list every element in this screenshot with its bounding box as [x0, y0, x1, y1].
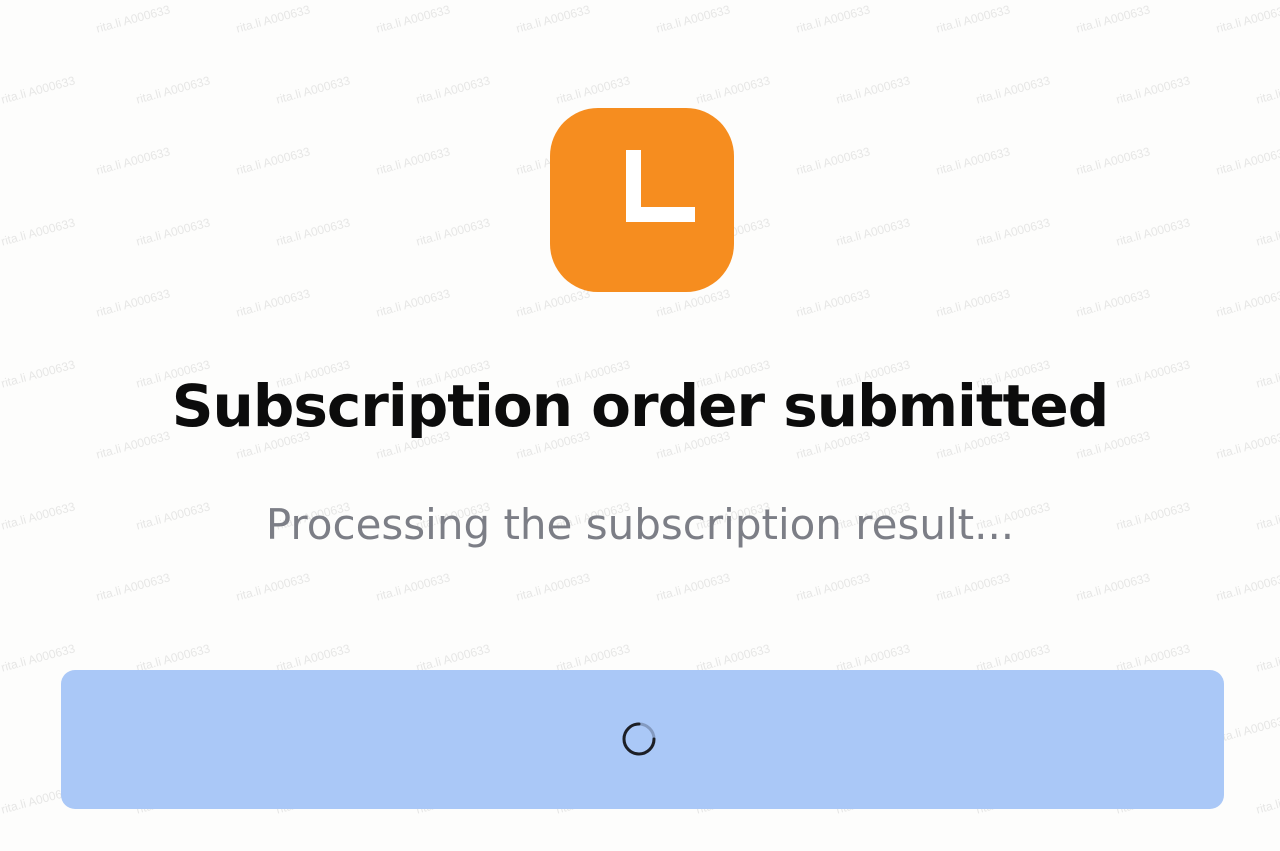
watermark-text: rita.li A000633: [1074, 144, 1152, 178]
watermark-text: rita.li A000633: [1074, 286, 1152, 320]
watermark-text: rita.li A000633: [1114, 73, 1192, 107]
watermark-text: rita.li A000633: [1214, 712, 1280, 746]
watermark-text: rita.li A000633: [934, 286, 1012, 320]
watermark-text: rita.li A000633: [1214, 286, 1280, 320]
watermark-text: rita.li A000633: [794, 2, 872, 36]
watermark-text: rita.li A000633: [934, 2, 1012, 36]
watermark-text: rita.li A000633: [94, 570, 172, 604]
watermark-text: rita.li A000633: [414, 215, 492, 249]
watermark-text: rita.li A000633: [274, 215, 352, 249]
watermark-text: rita.li A000633: [1114, 215, 1192, 249]
loading-spinner-icon: [621, 721, 657, 757]
watermark-text: rita.li A000633: [134, 73, 212, 107]
watermark-text: rita.li A000633: [514, 2, 592, 36]
subscription-result-page: rita.li A000633 rita.li A000633 rita.li A0…: [0, 0, 1280, 851]
status-message: Processing the subscription result...: [265, 500, 1015, 549]
watermark-text: rita.li A000633: [514, 570, 592, 604]
watermark-text: rita.li A000633: [234, 144, 312, 178]
watermark-text: rita.li A000633: [554, 73, 632, 107]
watermark-text: rita.li A000633: [234, 286, 312, 320]
watermark-text: rita.li A000633: [1214, 570, 1280, 604]
watermark-text: rita.li A000633: [374, 144, 452, 178]
watermark-text: rita.li A000633: [794, 144, 872, 178]
watermark-text: rita.li A000633: [374, 570, 452, 604]
watermark-text: rita.li A000633: [934, 144, 1012, 178]
watermark-text: rita.li A000633: [1214, 2, 1280, 36]
watermark-text: rita.li A000633: [794, 570, 872, 604]
watermark-text: rita.li A000633: [94, 286, 172, 320]
watermark-text: rita.li A000633: [0, 641, 77, 675]
watermark-text: rita.li A000633: [274, 73, 352, 107]
watermark-text: rita.li A000633: [1214, 144, 1280, 178]
watermark-text: rita.li A000633: [234, 2, 312, 36]
watermark-text: rita.li A000633: [794, 286, 872, 320]
watermark-text: rita.li A000633: [94, 2, 172, 36]
watermark-text: rita.li A000633: [1074, 570, 1152, 604]
watermark-text: rita.li A000633: [834, 215, 912, 249]
watermark-text: rita.li A000633: [1254, 783, 1280, 817]
watermark-text: rita.li A000633: [1074, 2, 1152, 36]
watermark-text: rita.li A000633: [1254, 641, 1280, 675]
watermark-text: rita.li A000633: [134, 215, 212, 249]
watermark-text: rita.li A000633: [374, 2, 452, 36]
watermark-text: rita.li A000633: [694, 73, 772, 107]
watermark-text: rita.li A000633: [974, 73, 1052, 107]
watermark-text: rita.li A000633: [654, 2, 732, 36]
watermark-text: rita.li A000633: [1254, 215, 1280, 249]
watermark-text: rita.li A000633: [374, 286, 452, 320]
watermark-text: rita.li A000633: [654, 570, 732, 604]
watermark-text: rita.li A000633: [94, 144, 172, 178]
watermark-text: rita.li A000633: [834, 73, 912, 107]
watermark-text: rita.li A000633: [234, 570, 312, 604]
watermark-text: rita.li A000633: [974, 215, 1052, 249]
clock-icon: [550, 108, 734, 292]
page-title: Subscription order submitted: [171, 372, 1109, 440]
watermark-text: rita.li A000633: [1254, 73, 1280, 107]
watermark-text: rita.li A000633: [934, 570, 1012, 604]
watermark-text: rita.li A000633: [0, 215, 77, 249]
watermark-text: rita.li A000633: [414, 73, 492, 107]
watermark-text: rita.li A000633: [0, 73, 77, 107]
